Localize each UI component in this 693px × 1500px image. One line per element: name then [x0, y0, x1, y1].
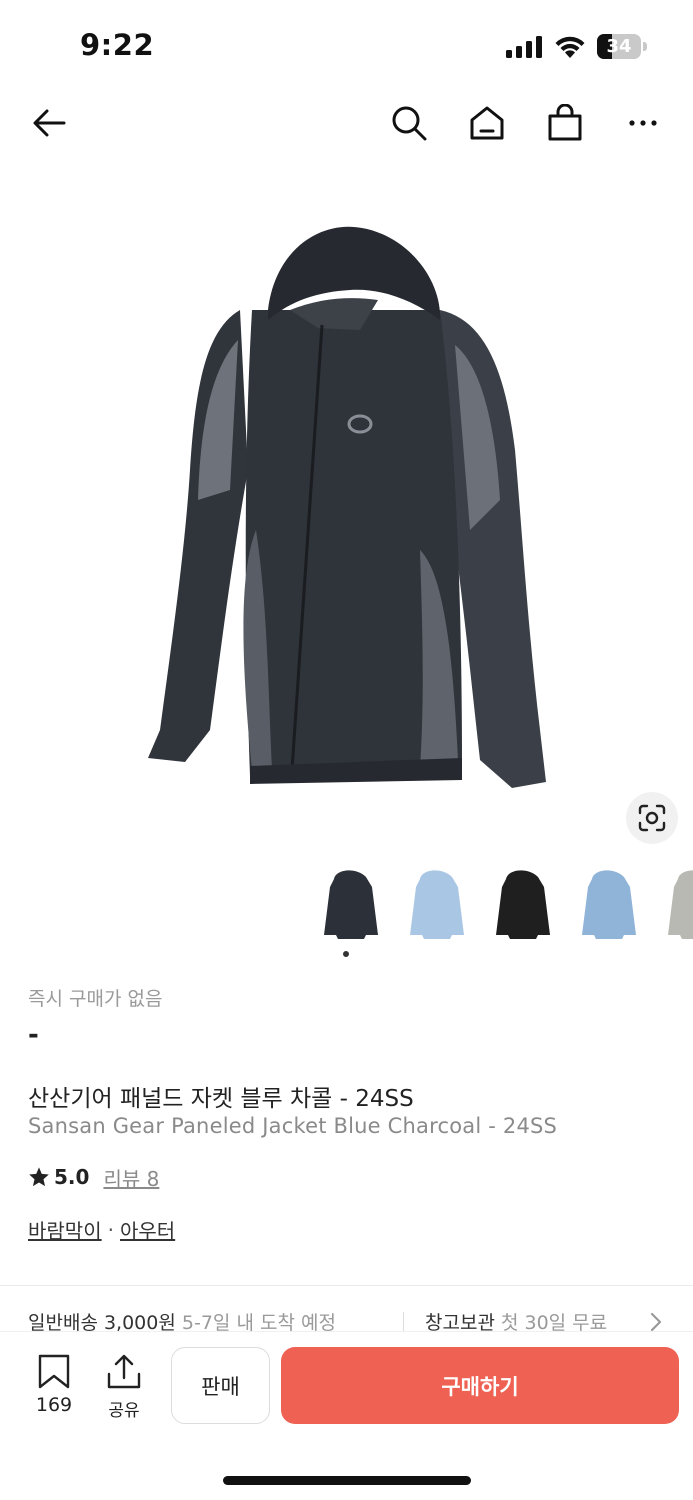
share-icon [107, 1354, 141, 1389]
share-label: 공유 [108, 1401, 140, 1421]
general-shipping-eta: 5-7일 내 도착 예정 [181, 1312, 336, 1334]
thumbnail-sky-blue[interactable] [574, 865, 644, 945]
back-arrow-icon [33, 109, 66, 137]
storage-label: 창고보관 [425, 1312, 495, 1334]
image-search-button[interactable] [626, 792, 678, 844]
product-image[interactable] [0, 170, 693, 860]
divider [0, 1285, 693, 1286]
thumbnail-strip [310, 860, 693, 950]
chevron-right-icon [650, 1312, 662, 1332]
signal-icon [506, 36, 542, 58]
sell-button[interactable]: 판매 [171, 1347, 270, 1424]
thumbnail-gray[interactable] [660, 865, 693, 945]
bookmark-count: 169 [35, 1394, 73, 1416]
product-title-ko: 산산기어 패널드 자켓 블루 차콜 - 24SS [28, 1086, 414, 1112]
buy-button[interactable]: 구매하기 [281, 1347, 679, 1424]
thumbnail-charcoal[interactable] [316, 865, 386, 945]
home-indicator [223, 1476, 471, 1485]
lens-search-icon [638, 804, 666, 832]
status-time: 9:22 [80, 28, 155, 62]
back-button[interactable] [26, 100, 72, 146]
bookmark-button[interactable]: 169 [28, 1354, 80, 1420]
shopping-bag-icon [548, 104, 582, 141]
wifi-icon [555, 36, 585, 58]
warehouse-storage-link[interactable]: 창고보관 첫 30일 무료 [425, 1308, 607, 1335]
instant-purchase-label: 즉시 구매가 없음 [28, 988, 163, 1010]
shopping-bag-button[interactable] [542, 100, 588, 146]
category-link-windbreaker[interactable]: 바람막이 [28, 1215, 102, 1244]
review-link[interactable]: 리뷰 8 [103, 1163, 159, 1192]
general-shipping: 일반배송 3,000원 5-7일 내 도착 예정 [28, 1308, 336, 1335]
more-icon [629, 120, 657, 126]
home-button[interactable] [464, 100, 510, 146]
product-title-en: Sansan Gear Paneled Jacket Blue Charcoal… [28, 1114, 558, 1138]
bookmark-icon [38, 1354, 70, 1389]
category-link-outer[interactable]: 아우터 [120, 1215, 175, 1244]
general-shipping-label: 일반배송 3,000원 [28, 1312, 176, 1334]
more-button[interactable] [620, 100, 666, 146]
thumbnail-indicator-dot [343, 951, 349, 957]
battery-level: 34 [606, 36, 632, 57]
rating-row: 5.0 리뷰 8 [28, 1163, 159, 1191]
thumbnail-black[interactable] [488, 865, 558, 945]
nav-bar [0, 92, 693, 154]
bottom-action-bar: 169 공유 판매 구매하기 [0, 1332, 693, 1500]
search-button[interactable] [386, 100, 432, 146]
price: - [28, 1020, 39, 1050]
star-icon [29, 1167, 49, 1187]
battery-icon: 34 [597, 34, 649, 59]
storage-note: 첫 30일 무료 [500, 1312, 608, 1334]
share-button[interactable]: 공유 [98, 1354, 150, 1421]
rating-value: 5.0 [54, 1165, 90, 1189]
shipping-separator [403, 1312, 404, 1332]
thumbnail-light-blue[interactable] [402, 865, 472, 945]
search-icon [392, 106, 427, 141]
home-icon [470, 106, 504, 140]
category-separator: · [107, 1217, 114, 1242]
category-row: 바람막이 · 아우터 [28, 1215, 175, 1244]
status-bar: 9:22 34 [0, 0, 693, 92]
